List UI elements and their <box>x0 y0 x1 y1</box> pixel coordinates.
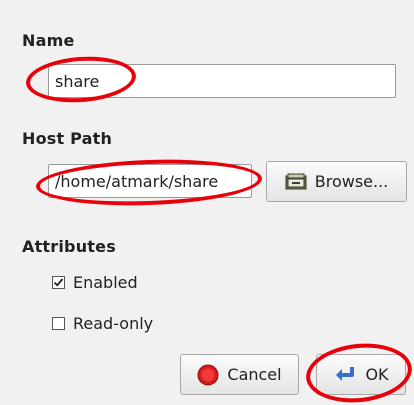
enabled-option[interactable]: Enabled <box>52 273 138 292</box>
ok-label: OK <box>365 365 389 384</box>
cancel-button[interactable]: Cancel <box>180 354 299 395</box>
shared-folder-dialog: Name share Host Path /home/atmark/share … <box>0 0 414 405</box>
enabled-label: Enabled <box>73 273 138 292</box>
host-path-label: Host Path <box>22 129 113 148</box>
attributes-label: Attributes <box>22 237 116 256</box>
stop-icon <box>197 364 219 386</box>
cancel-label: Cancel <box>227 365 282 384</box>
name-input[interactable]: share <box>48 64 396 98</box>
ok-button[interactable]: OK <box>316 354 406 395</box>
browse-button[interactable]: Browse... <box>266 161 407 202</box>
folder-icon <box>285 173 307 191</box>
readonly-option[interactable]: Read-only <box>52 314 153 333</box>
name-label: Name <box>22 31 75 50</box>
host-path-input[interactable]: /home/atmark/share <box>48 164 252 198</box>
enabled-checkbox[interactable] <box>52 276 65 289</box>
return-arrow-icon <box>333 365 357 385</box>
readonly-label: Read-only <box>73 314 154 333</box>
checkmark-icon <box>53 278 64 287</box>
browse-label: Browse... <box>314 172 389 191</box>
readonly-checkbox[interactable] <box>52 317 65 330</box>
